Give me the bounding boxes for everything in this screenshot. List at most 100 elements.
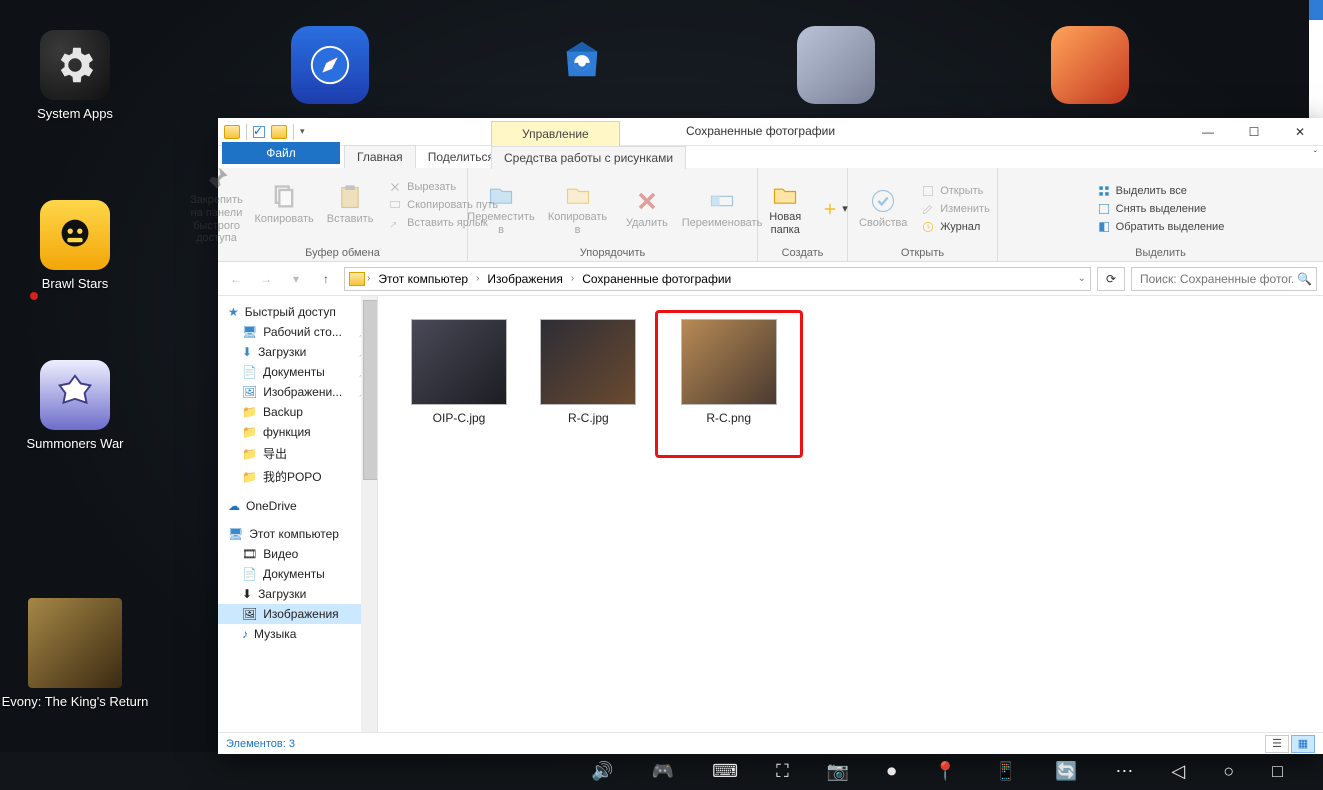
- compass-icon: [291, 26, 369, 104]
- desktop-icon-summoners-war[interactable]: Summoners War: [10, 360, 140, 452]
- open-button[interactable]: Открыть: [921, 184, 983, 198]
- chevron-down-icon[interactable]: ⌄: [1078, 273, 1086, 284]
- back-button[interactable]: ←: [224, 267, 248, 291]
- rotate-icon[interactable]: 🔄: [1055, 761, 1077, 782]
- volume-icon[interactable]: 🔊: [591, 761, 613, 782]
- chevron-right-icon[interactable]: ›: [571, 273, 574, 284]
- breadcrumb-item[interactable]: Изображения: [481, 272, 568, 286]
- select-none-button[interactable]: Снять выделение: [1097, 202, 1207, 216]
- search-input[interactable]: 🔍: [1131, 267, 1317, 291]
- keyboard-icon[interactable]: ⌨: [712, 761, 738, 782]
- breadcrumb-item[interactable]: Этот компьютер: [372, 272, 474, 286]
- nav-func[interactable]: 📁функция: [218, 422, 377, 442]
- nav-onedrive[interactable]: ☁OneDrive: [218, 496, 377, 516]
- gamepad-icon[interactable]: 🎮: [652, 761, 674, 782]
- delete-button[interactable]: Удалить: [619, 187, 675, 230]
- back-icon[interactable]: ◁: [1171, 761, 1185, 782]
- record-icon[interactable]: ⏺: [887, 761, 896, 782]
- view-icons-button[interactable]: ▦: [1291, 735, 1315, 753]
- qat-dropdown[interactable]: ▾: [300, 126, 305, 137]
- nav-downloads-2[interactable]: ⬇Загрузки: [218, 584, 377, 604]
- maximize-button[interactable]: ☐: [1231, 118, 1277, 146]
- nav-label: Рабочий сто...: [263, 325, 342, 339]
- tab-file[interactable]: Файл: [222, 142, 340, 164]
- cut-button[interactable]: Вырезать: [388, 180, 456, 194]
- recents-icon[interactable]: □: [1272, 761, 1283, 782]
- copy-button[interactable]: Копировать: [256, 183, 312, 226]
- collapse-ribbon-button[interactable]: ˇ: [1314, 150, 1317, 161]
- up-button[interactable]: ↑: [314, 267, 338, 291]
- nav-video[interactable]: 🎞Видео: [218, 544, 377, 564]
- pin-to-quick-access-button[interactable]: Закрепить на панели быстрого доступа: [187, 164, 246, 245]
- nav-documents-2[interactable]: 📄Документы: [218, 564, 377, 584]
- move-to-button[interactable]: Переместить в: [466, 181, 536, 236]
- invert-selection-button[interactable]: Обратить выделение: [1097, 220, 1225, 234]
- nav-export[interactable]: 📁导出: [218, 442, 377, 465]
- chevron-right-icon[interactable]: ›: [367, 273, 370, 284]
- tab-picture-tools[interactable]: Средства работы с рисунками: [491, 146, 686, 169]
- nav-this-pc[interactable]: 🖥Этот компьютер: [218, 524, 377, 544]
- select-all-button[interactable]: Выделить все: [1097, 184, 1187, 198]
- scissors-icon: [388, 180, 402, 194]
- file-item[interactable]: R-C.jpg: [529, 319, 647, 425]
- search-field[interactable]: [1138, 271, 1297, 287]
- close-button[interactable]: ✕: [1277, 118, 1323, 146]
- navigation-pane[interactable]: ★Быстрый доступ 🖥Рабочий сто...📌 ⬇Загруз…: [218, 296, 378, 732]
- file-item[interactable]: R-C.png: [670, 319, 788, 425]
- view-details-button[interactable]: ☰: [1265, 735, 1289, 753]
- chevron-right-icon[interactable]: ›: [476, 273, 479, 284]
- edit-button[interactable]: Изменить: [921, 202, 990, 216]
- nav-scrollbar[interactable]: [361, 296, 377, 732]
- nav-popo[interactable]: 📁我的POPO: [218, 465, 377, 488]
- file-view[interactable]: OIP-C.jpg R-C.jpg R-C.png: [378, 296, 1323, 732]
- nav-music[interactable]: ♪Музыка: [218, 624, 377, 644]
- more-icon[interactable]: ⋯: [1115, 761, 1133, 782]
- desktop-icon-anime-2[interactable]: [1040, 26, 1140, 110]
- titlebar[interactable]: ▾ Управление Сохраненные фотографии — ☐ …: [218, 118, 1323, 146]
- home-icon[interactable]: ○: [1223, 761, 1234, 782]
- new-folder-button[interactable]: Новая папка: [757, 181, 813, 236]
- properties-button[interactable]: Свойства: [855, 187, 911, 230]
- screenshot-icon[interactable]: 📷: [827, 761, 849, 782]
- pc-icon: 🖥: [228, 527, 243, 541]
- brawl-stars-icon: [40, 200, 110, 270]
- desktop-icon-brawl-stars[interactable]: Brawl Stars: [10, 200, 140, 292]
- desktop-icon-system-apps[interactable]: System Apps: [10, 30, 140, 122]
- folder-icon[interactable]: [224, 125, 240, 139]
- checkbox-icon[interactable]: [253, 126, 265, 138]
- folder-icon[interactable]: [271, 125, 287, 139]
- refresh-button[interactable]: ⟳: [1097, 267, 1125, 291]
- new-item-dropdown[interactable]: ▾: [823, 202, 848, 216]
- file-item[interactable]: OIP-C.jpg: [400, 319, 518, 425]
- nav-pictures-2[interactable]: 🖼Изображения: [218, 604, 377, 624]
- fullscreen-icon[interactable]: ⛶: [776, 761, 789, 782]
- file-name: OIP-C.jpg: [433, 411, 486, 425]
- recent-dropdown[interactable]: ▾: [284, 267, 308, 291]
- copy-to-button[interactable]: Копировать в: [546, 181, 609, 236]
- nav-desktop[interactable]: 🖥Рабочий сто...📌: [218, 322, 377, 342]
- minimize-button[interactable]: —: [1185, 118, 1231, 146]
- nav-documents[interactable]: 📄Документы📌: [218, 362, 377, 382]
- contextual-tab-title: Управление: [491, 121, 620, 146]
- nav-pictures[interactable]: 🖼Изображени...📌: [218, 382, 377, 402]
- desktop-icon-evony[interactable]: Evony: The King's Return: [0, 598, 180, 710]
- breadcrumb-item[interactable]: Сохраненные фотографии: [576, 272, 737, 286]
- history-button[interactable]: Журнал: [921, 220, 980, 234]
- shake-icon[interactable]: 📱: [995, 761, 1017, 782]
- address-bar-row: ← → ▾ ↑ › Этот компьютер › Изображения ›…: [218, 262, 1323, 296]
- paste-button[interactable]: Вставить: [322, 183, 378, 226]
- rename-button[interactable]: Переименовать: [685, 187, 759, 230]
- nav-downloads[interactable]: ⬇Загрузки📌: [218, 342, 377, 362]
- location-icon[interactable]: 📍: [934, 761, 956, 782]
- tab-home[interactable]: Главная: [344, 145, 416, 168]
- address-bar[interactable]: › Этот компьютер › Изображения › Сохране…: [344, 267, 1091, 291]
- button-label: Закрепить на панели быстрого доступа: [187, 194, 246, 245]
- desktop-icon-anime-1[interactable]: [786, 26, 886, 110]
- document-icon: 📄: [242, 567, 257, 581]
- desktop-icon-store[interactable]: [532, 20, 632, 104]
- nav-backup[interactable]: 📁Backup: [218, 402, 377, 422]
- nav-quick-access[interactable]: ★Быстрый доступ: [218, 302, 377, 322]
- forward-button[interactable]: →: [254, 267, 278, 291]
- scrollbar-thumb[interactable]: [363, 300, 378, 480]
- desktop-icon-safari[interactable]: [280, 26, 380, 110]
